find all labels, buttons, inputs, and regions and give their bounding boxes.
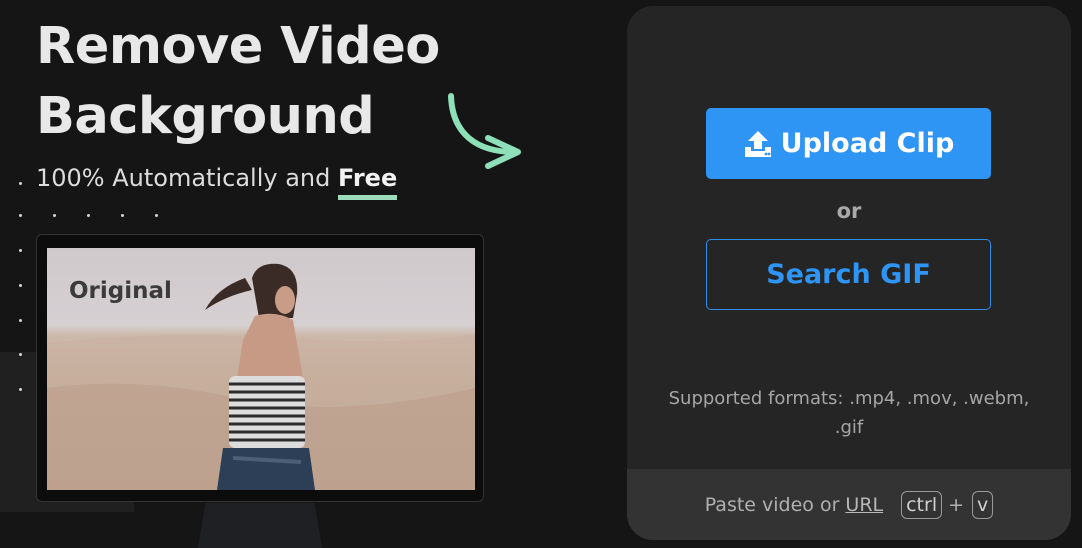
- upload-icon: [744, 130, 771, 157]
- page-title: Remove Video Background: [36, 12, 440, 152]
- dot: [19, 182, 22, 185]
- or-separator: or: [836, 199, 862, 223]
- subtitle: 100% Automatically and Free: [36, 164, 398, 200]
- dot: [19, 353, 22, 356]
- ctrl-key: ctrl: [901, 490, 943, 519]
- subtitle-highlight: Free: [337, 164, 398, 200]
- subtitle-prefix: 100% Automatically and: [36, 164, 338, 192]
- upload-clip-label: Upload Clip: [780, 128, 955, 159]
- formats-line-1: Supported formats: .mp4, .mov, .webm,: [668, 388, 1030, 409]
- preview-image: Original: [47, 248, 475, 490]
- dot: [19, 214, 22, 217]
- supported-formats: Supported formats: .mp4, .mov, .webm, .g…: [657, 384, 1041, 442]
- title-line-2: Background: [36, 87, 375, 146]
- dot: [87, 214, 90, 217]
- upload-clip-button[interactable]: Upload Clip: [706, 108, 991, 179]
- preview-label: Original: [69, 278, 172, 304]
- monitor-stand: [198, 503, 322, 548]
- dot: [19, 249, 22, 252]
- monitor-preview: Original: [36, 234, 484, 502]
- plus-sign: +: [948, 493, 965, 516]
- search-gif-button[interactable]: Search GIF: [706, 239, 991, 310]
- formats-line-2: .gif: [834, 417, 864, 438]
- upload-card: Upload Clip or Search GIF Supported form…: [627, 6, 1071, 540]
- paste-bar[interactable]: Paste video or URL ctrl + v: [627, 469, 1071, 540]
- dot: [19, 388, 22, 391]
- dot: [19, 284, 22, 287]
- url-link[interactable]: URL: [845, 494, 883, 516]
- title-line-1: Remove Video: [36, 17, 440, 76]
- dot: [19, 319, 22, 322]
- v-key: v: [972, 490, 994, 519]
- dot: [121, 214, 124, 217]
- paste-text: Paste video or: [704, 493, 840, 516]
- dot: [53, 214, 56, 217]
- dot: [155, 214, 158, 217]
- curved-arrow-icon: [448, 93, 521, 169]
